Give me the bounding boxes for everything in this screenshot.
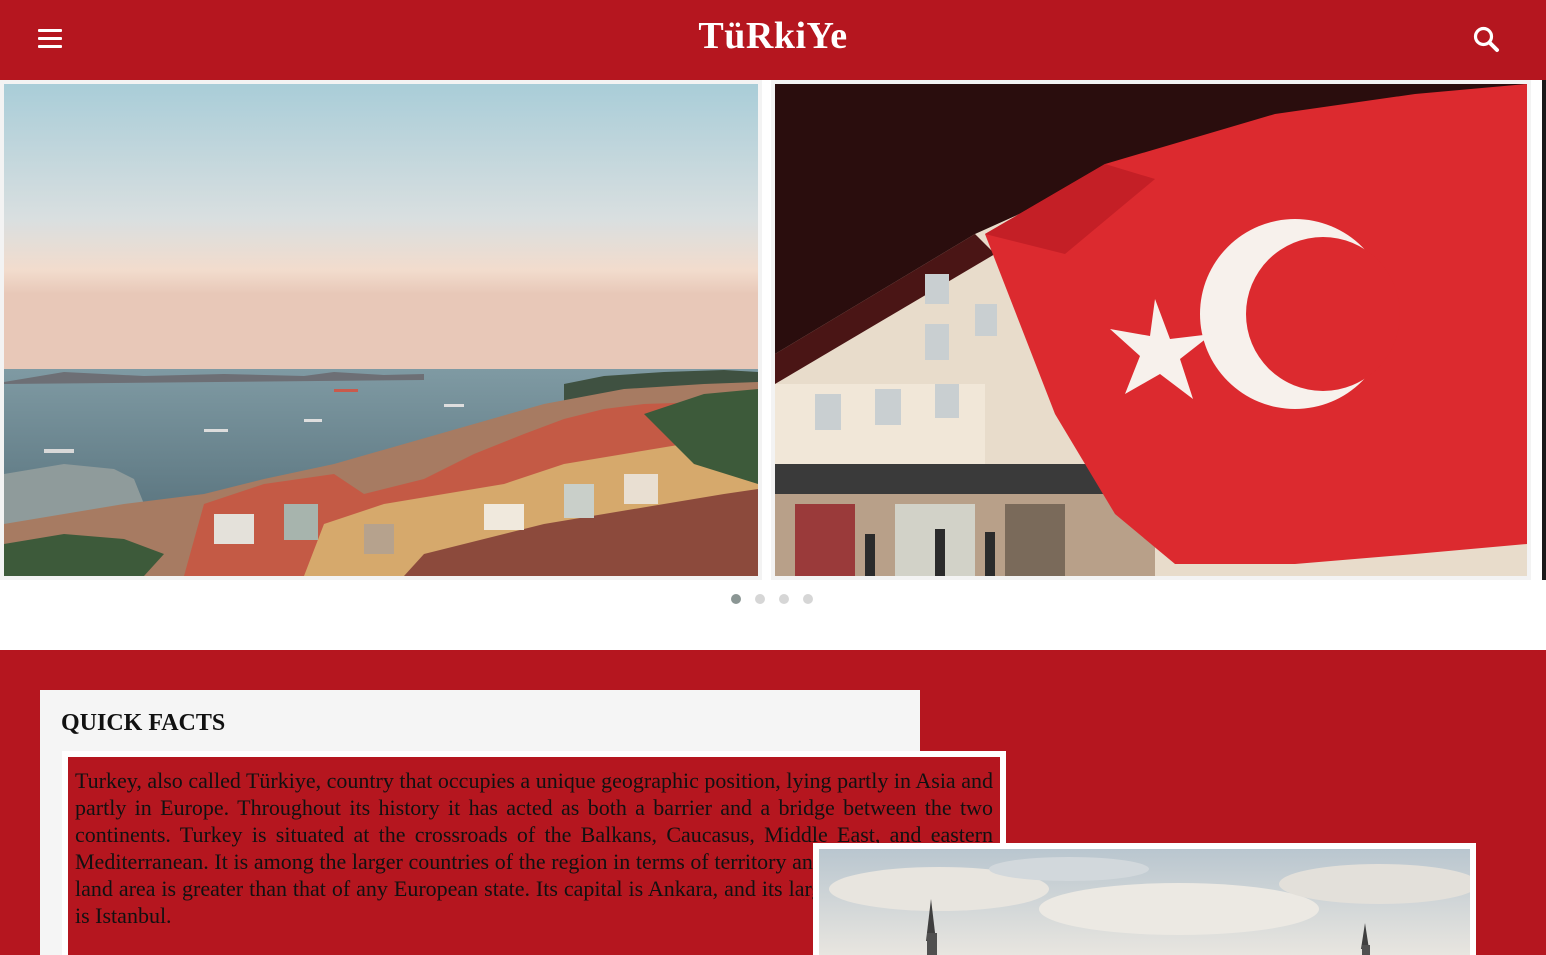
slider-dot-2[interactable]	[755, 594, 765, 604]
slide-istanbul-photo[interactable]	[0, 80, 762, 580]
slider-dot-1[interactable]	[731, 594, 741, 604]
quick-facts-title: QUICK FACTS	[61, 710, 226, 736]
slider-dot-4[interactable]	[803, 594, 813, 604]
site-header: TüRkiYe	[0, 0, 1546, 80]
slide-flag-photo[interactable]	[771, 80, 1531, 580]
slider-dot-3[interactable]	[779, 594, 789, 604]
site-brand-title[interactable]: TüRkiYe	[0, 14, 1546, 58]
slide-partial-photo[interactable]	[1542, 80, 1546, 580]
istanbul-bosphorus-photo	[4, 84, 758, 576]
slider-pagination	[731, 594, 827, 606]
search-icon[interactable]	[1472, 25, 1502, 55]
mosque-photo-card	[813, 843, 1476, 955]
image-slider[interactable]	[0, 80, 1546, 580]
mosque-minarets-photo	[819, 849, 1470, 955]
turkish-flag-photo	[775, 84, 1527, 576]
